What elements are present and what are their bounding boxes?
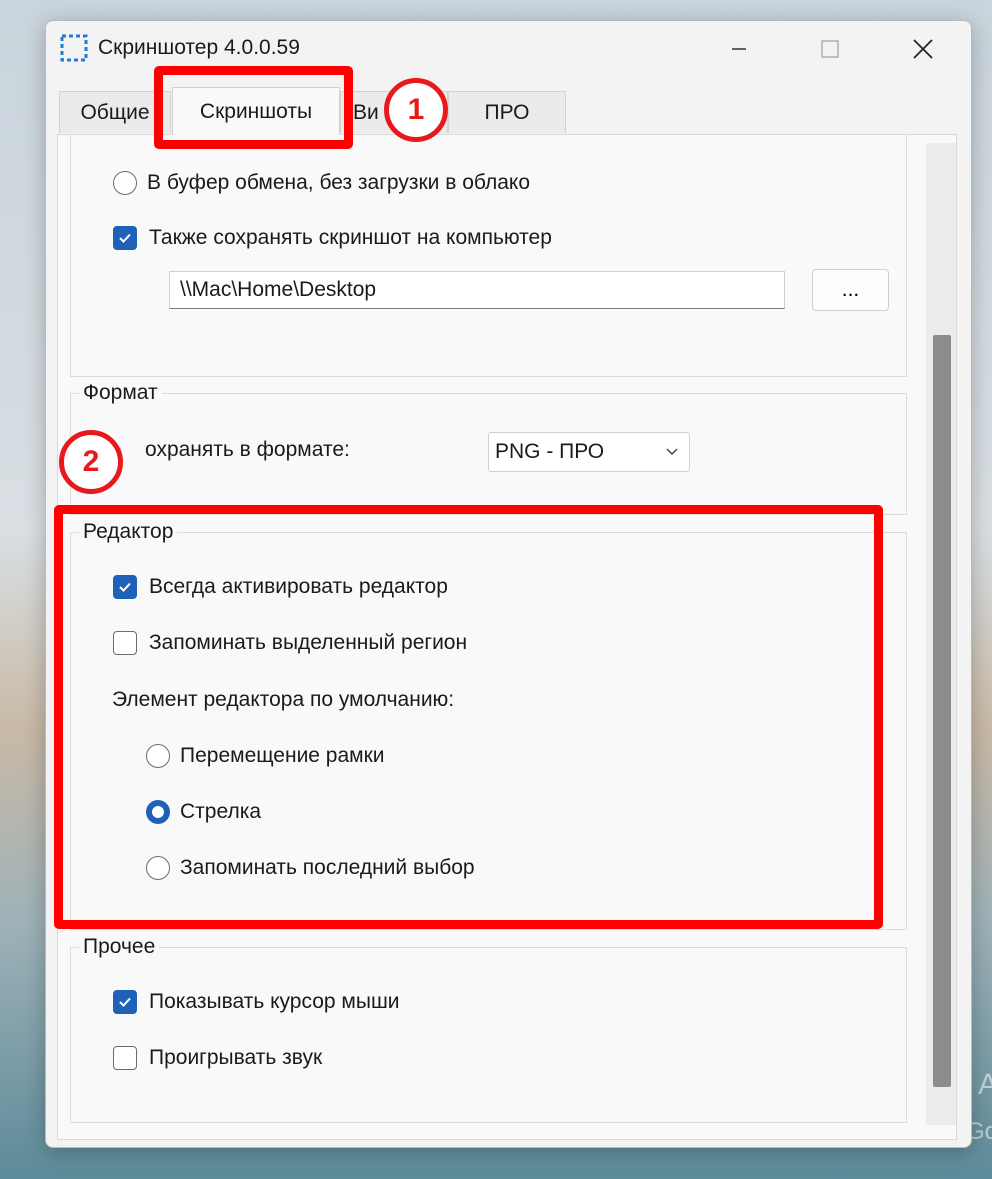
minimize-icon — [732, 48, 746, 50]
window-title: Скриншотер 4.0.0.59 — [98, 36, 300, 59]
upload-group: В буфер обмена, без загрузки в облако Та… — [70, 135, 907, 377]
other-group: Показывать курсор мыши Проигрывать звук — [70, 947, 907, 1123]
scrollbar-thumb[interactable] — [933, 335, 951, 1087]
show-cursor-label: Показывать курсор мыши — [149, 990, 400, 1013]
checkmark-icon — [119, 997, 131, 1007]
format-group: охранять в формате: PNG - ПРО — [70, 393, 907, 515]
play-sound-checkbox[interactable]: Проигрывать звук — [113, 1046, 322, 1070]
tab-screenshots[interactable]: Скриншоты — [172, 87, 340, 135]
radio-indicator — [113, 171, 137, 195]
save-to-computer-checkbox[interactable]: Также сохранять скриншот на компьютер — [113, 226, 552, 250]
play-sound-label: Проигрывать звук — [149, 1046, 323, 1069]
minimize-button[interactable] — [716, 31, 762, 67]
checkbox-checked — [113, 990, 137, 1014]
annotation-step-2-badge: 2 — [59, 430, 123, 494]
clipboard-only-label: В буфер обмена, без загрузки в облако — [147, 171, 531, 194]
vertical-scrollbar[interactable] — [926, 143, 956, 1125]
save-to-computer-label: Также сохранять скриншот на компьютер — [149, 226, 552, 249]
browse-folder-button[interactable]: ... — [812, 269, 889, 311]
show-cursor-checkbox[interactable]: Показывать курсор мыши — [113, 990, 400, 1014]
screenshot-selection-icon — [60, 34, 88, 62]
format-group-label: Формат — [79, 381, 162, 405]
close-icon — [913, 39, 933, 59]
save-format-label: охранять в формате: — [145, 438, 350, 461]
chevron-down-icon — [666, 448, 678, 456]
clipboard-only-radio[interactable]: В буфер обмена, без загрузки в облако — [113, 171, 530, 195]
maximize-icon — [821, 40, 839, 58]
desktop-text-fragment: A — [977, 1068, 992, 1101]
checkmark-icon — [119, 233, 131, 243]
maximize-button[interactable] — [807, 31, 853, 67]
checkbox-unchecked — [113, 1046, 137, 1070]
format-dropdown[interactable]: PNG - ПРО — [488, 432, 690, 472]
annotation-highlight-editor — [54, 505, 883, 929]
save-path-input[interactable]: \\Mac\Home\Desktop — [169, 271, 785, 309]
tab-pro[interactable]: ПРО — [448, 91, 566, 133]
checkbox-checked — [113, 226, 137, 250]
close-button[interactable] — [900, 31, 946, 67]
format-dropdown-value: PNG - ПРО — [495, 440, 605, 463]
annotation-step-1-badge: 1 — [384, 78, 448, 142]
other-group-label: Прочее — [79, 935, 160, 959]
